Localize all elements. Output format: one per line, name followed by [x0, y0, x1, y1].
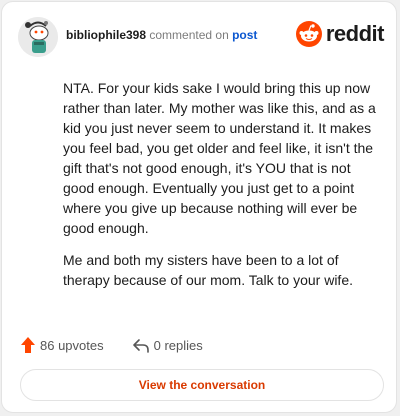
reply-button[interactable]: 0 replies [132, 337, 203, 353]
comment-actions: 86 upvotes 0 replies [20, 334, 203, 356]
comment-paragraph: NTA. For your kids sake I would bring th… [63, 80, 376, 236]
username-link[interactable]: bibliophile398 [66, 28, 146, 42]
reddit-wordmark: reddit [325, 21, 385, 46]
upvote-arrow-icon [21, 337, 35, 353]
comment-header: bibliophile398 commented on post reddit [18, 17, 385, 57]
view-conversation-button[interactable]: View the conversation [20, 369, 384, 401]
comment-meta: bibliophile398 commented on post [66, 28, 257, 42]
reply-arrow-icon [132, 339, 149, 353]
comment-paragraph: Me and both my sisters have been to a lo… [63, 252, 353, 288]
upvote-count: 86 upvotes [40, 337, 104, 353]
avatar[interactable] [18, 17, 58, 57]
upvote-button[interactable]: 86 upvotes [20, 336, 104, 354]
reply-count: 0 replies [153, 337, 203, 353]
commented-on-text: commented on [149, 28, 229, 42]
reddit-logo[interactable]: reddit [295, 21, 385, 47]
snoo-avatar-icon [18, 17, 58, 57]
post-link[interactable]: post [232, 28, 257, 42]
reddit-snoo-logo-icon [295, 21, 322, 47]
comment-card: bibliophile398 commented on post reddit … [1, 1, 397, 413]
comment-body: NTA. For your kids sake I would bring th… [63, 78, 381, 302]
